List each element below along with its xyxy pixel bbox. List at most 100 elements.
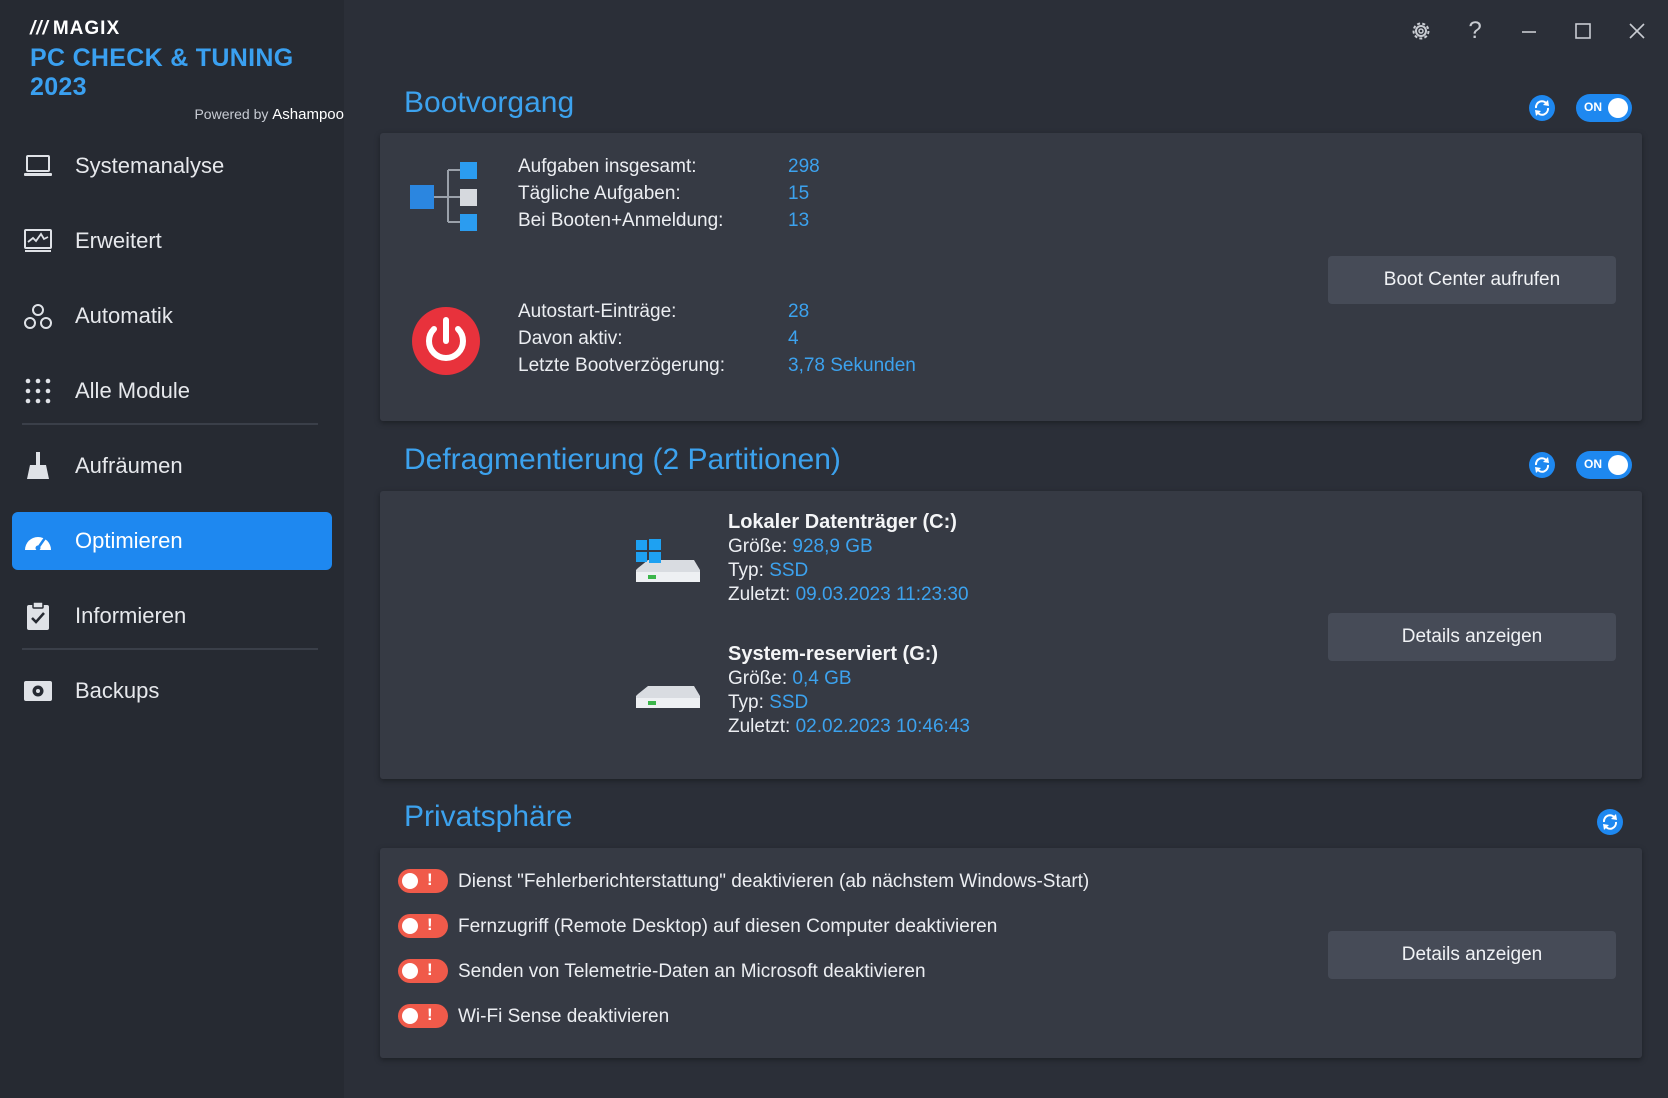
size-label: Größe: (728, 536, 788, 557)
refresh-icon (1597, 809, 1623, 835)
powered-name: Ashampoo (272, 106, 344, 123)
last-label: Zuletzt: (728, 584, 791, 605)
sidebar-item-label: Systemanalyse (75, 153, 225, 178)
settings-button[interactable] (1404, 14, 1438, 48)
refresh-icon (1529, 452, 1555, 478)
sidebar-item-systemanalyse[interactable]: Systemanalyse (12, 137, 332, 195)
sidebar: ///MAGIX PC CHECK & TUNING 2023 Powered … (0, 0, 344, 1098)
windows-drive-icon (634, 538, 702, 595)
power-icon (410, 305, 482, 382)
type-value: SSD (769, 560, 809, 581)
privacy-toggle-wifi-sense[interactable]: ! (398, 1004, 448, 1028)
defrag-details-button[interactable]: Details anzeigen (1328, 613, 1616, 661)
drive-g-last: Zuletzt: 02.02.2023 10:46:43 (728, 716, 970, 738)
size-label: Größe: (728, 668, 788, 689)
daily-tasks-value: 15 (788, 183, 810, 204)
tasks-total-value: 298 (788, 156, 820, 177)
autostart-value: 28 (788, 301, 810, 322)
sidebar-item-label: Alle Module (75, 378, 190, 403)
sidebar-item-erweitert[interactable]: Erweitert (12, 212, 332, 270)
refresh-icon (1529, 95, 1555, 121)
sidebar-item-label: Optimieren (75, 528, 183, 553)
maximize-button[interactable] (1566, 14, 1600, 48)
section-title-privacy: Privatsphäre (404, 800, 573, 833)
autostart-label: Autostart-Einträge: (518, 301, 677, 322)
boot-delay-value: 3,78 Sekunden (788, 355, 916, 376)
sidebar-item-optimieren[interactable]: Optimieren (12, 512, 332, 570)
automation-icon (23, 301, 53, 331)
gear-icon (1412, 22, 1430, 40)
type-label: Typ: (728, 692, 764, 713)
drive-c-size: Größe: 928,9 GB (728, 536, 873, 558)
sidebar-item-label: Erweitert (75, 228, 162, 253)
boot-delay-label: Letzte Bootverzögerung: (518, 355, 726, 376)
sidebar-divider (22, 648, 318, 650)
toggle-label: ON (1584, 100, 1602, 114)
powered-prefix: Powered by (194, 106, 269, 122)
section-title-boot: Bootvorgang (404, 86, 575, 119)
boot-login-label: Bei Booten+Anmeldung: (518, 210, 724, 231)
toggle-knob (1608, 455, 1628, 475)
drive-g-name: System-reserviert (G:) (728, 643, 939, 665)
last-label: Zuletzt: (728, 716, 791, 737)
last-value: 02.02.2023 10:46:43 (795, 716, 970, 737)
toggle-knob (402, 873, 418, 889)
type-label: Typ: (728, 560, 764, 581)
clipboard-check-icon (23, 601, 53, 631)
maximize-icon (1575, 23, 1591, 39)
sidebar-item-aufraeumen[interactable]: Aufräumen (12, 437, 332, 495)
boot-toggle[interactable]: ON (1576, 94, 1632, 122)
warning-mark: ! (427, 915, 433, 934)
help-button[interactable]: ? (1458, 14, 1492, 48)
product-name: PC CHECK & TUNING 2023 (30, 44, 294, 101)
sidebar-item-informieren[interactable]: Informieren (12, 587, 332, 645)
monitor-chart-icon (23, 226, 53, 256)
speedometer-icon (23, 526, 53, 556)
daily-tasks-label: Tägliche Aufgaben: (518, 183, 681, 204)
backup-drive-icon (23, 676, 53, 706)
laptop-icon (23, 151, 53, 181)
sidebar-item-alle-module[interactable]: Alle Module (12, 362, 332, 420)
drive-c-type: Typ: SSD (728, 560, 808, 582)
minimize-icon (1522, 31, 1536, 33)
boot-center-button[interactable]: Boot Center aufrufen (1328, 256, 1616, 304)
defrag-refresh-button[interactable] (1528, 451, 1556, 479)
app-logo: ///MAGIX PC CHECK & TUNING 2023 Powered … (30, 18, 344, 123)
sidebar-item-backups[interactable]: Backups (12, 662, 332, 720)
privacy-toggle-telemetry[interactable]: ! (398, 959, 448, 983)
boot-refresh-button[interactable] (1528, 94, 1556, 122)
sidebar-item-label: Informieren (75, 603, 187, 628)
tasks-total-label: Aufgaben insgesamt: (518, 156, 697, 177)
privacy-details-button[interactable]: Details anzeigen (1328, 931, 1616, 979)
last-value: 09.03.2023 11:23:30 (795, 584, 969, 605)
type-value: SSD (769, 692, 809, 713)
privacy-item-label: Fernzugriff (Remote Desktop) auf diesen … (458, 916, 998, 937)
drive-c-name: Lokaler Datenträger (C:) (728, 511, 957, 533)
sidebar-divider (22, 423, 318, 425)
size-value: 928,9 GB (792, 536, 873, 557)
close-icon (1629, 23, 1645, 39)
sidebar-item-label: Automatik (75, 303, 173, 328)
powered-by: Powered by Ashampoo (30, 106, 344, 123)
drive-g-type: Typ: SSD (728, 692, 808, 714)
privacy-toggle-error-reporting[interactable]: ! (398, 869, 448, 893)
toggle-knob (402, 963, 418, 979)
toggle-label: ON (1584, 457, 1602, 471)
drive-g-size: Größe: 0,4 GB (728, 668, 852, 690)
privacy-item-label: Dienst "Fehlerberichterstattung" deaktiv… (458, 871, 1090, 892)
privacy-toggle-remote-desktop[interactable]: ! (398, 914, 448, 938)
broom-icon (23, 451, 53, 481)
sidebar-item-automatik[interactable]: Automatik (12, 287, 332, 345)
warning-mark: ! (427, 960, 433, 979)
privacy-refresh-button[interactable] (1596, 808, 1624, 836)
privacy-item-label: Wi-Fi Sense deaktivieren (458, 1006, 670, 1027)
close-button[interactable] (1620, 14, 1654, 48)
boot-login-value: 13 (788, 210, 810, 231)
privacy-item-label: Senden von Telemetrie-Daten an Microsoft… (458, 961, 926, 982)
defrag-toggle[interactable]: ON (1576, 451, 1632, 479)
minimize-button[interactable] (1512, 14, 1546, 48)
active-label: Davon aktiv: (518, 328, 623, 349)
drive-icon (634, 676, 702, 721)
size-value: 0,4 GB (792, 668, 852, 689)
drive-c-last: Zuletzt: 09.03.2023 11:23:30 (728, 584, 969, 606)
